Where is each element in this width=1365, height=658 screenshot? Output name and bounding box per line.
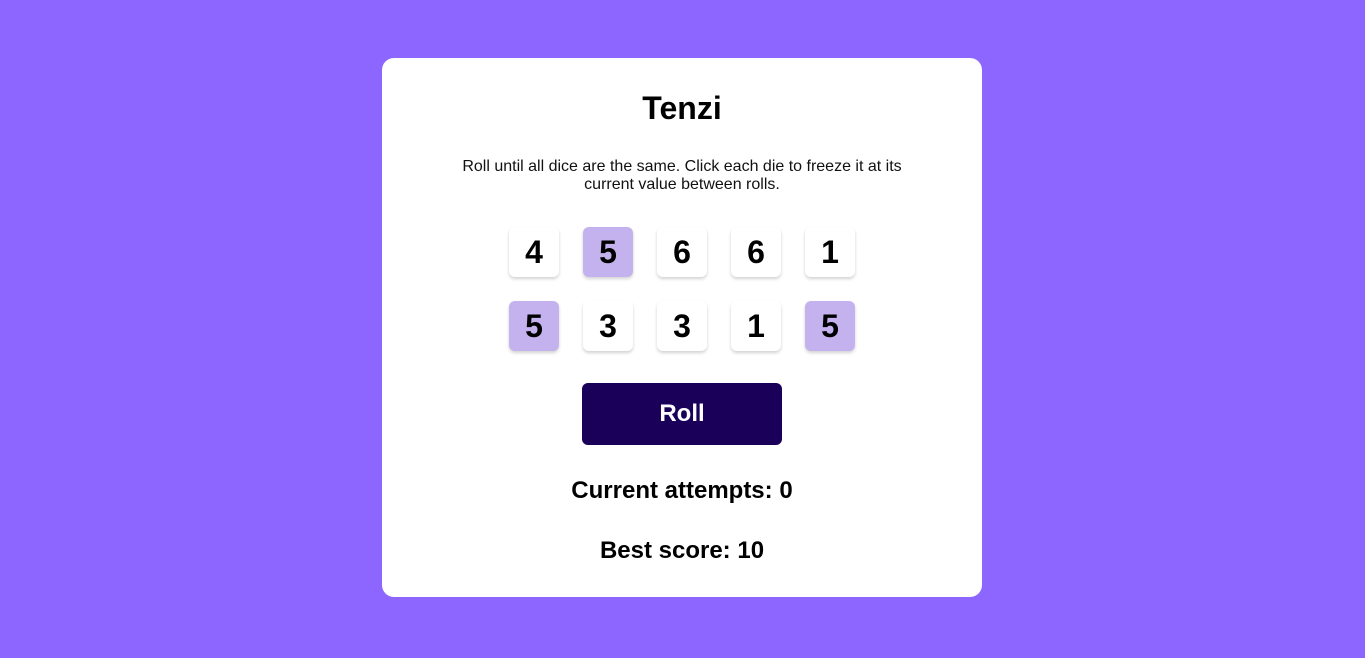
instructions-text: Roll until all dice are the same. Click … — [462, 158, 902, 193]
current-attempts: Current attempts: 0 — [382, 477, 982, 505]
die[interactable]: 5 — [805, 301, 855, 351]
dice-grid: 4 5 6 6 1 5 3 3 1 5 — [509, 227, 855, 351]
game-title: Tenzi — [642, 90, 722, 126]
best-score: Best score: 10 — [382, 537, 982, 565]
roll-button[interactable]: Roll — [582, 383, 782, 445]
die[interactable]: 1 — [731, 301, 781, 351]
die[interactable]: 6 — [657, 227, 707, 277]
die[interactable]: 3 — [583, 301, 633, 351]
current-attempts-label: Current attempts: — [571, 477, 773, 504]
game-card: Tenzi Roll until all dice are the same. … — [382, 58, 982, 597]
die[interactable]: 6 — [731, 227, 781, 277]
best-score-label: Best score: — [599, 537, 731, 564]
die[interactable]: 4 — [509, 227, 559, 277]
die[interactable]: 3 — [657, 301, 707, 351]
die[interactable]: 1 — [805, 227, 855, 277]
best-score-value: 10 — [737, 537, 765, 564]
die[interactable]: 5 — [509, 301, 559, 351]
current-attempts-value: 0 — [779, 477, 793, 504]
die[interactable]: 5 — [583, 227, 633, 277]
